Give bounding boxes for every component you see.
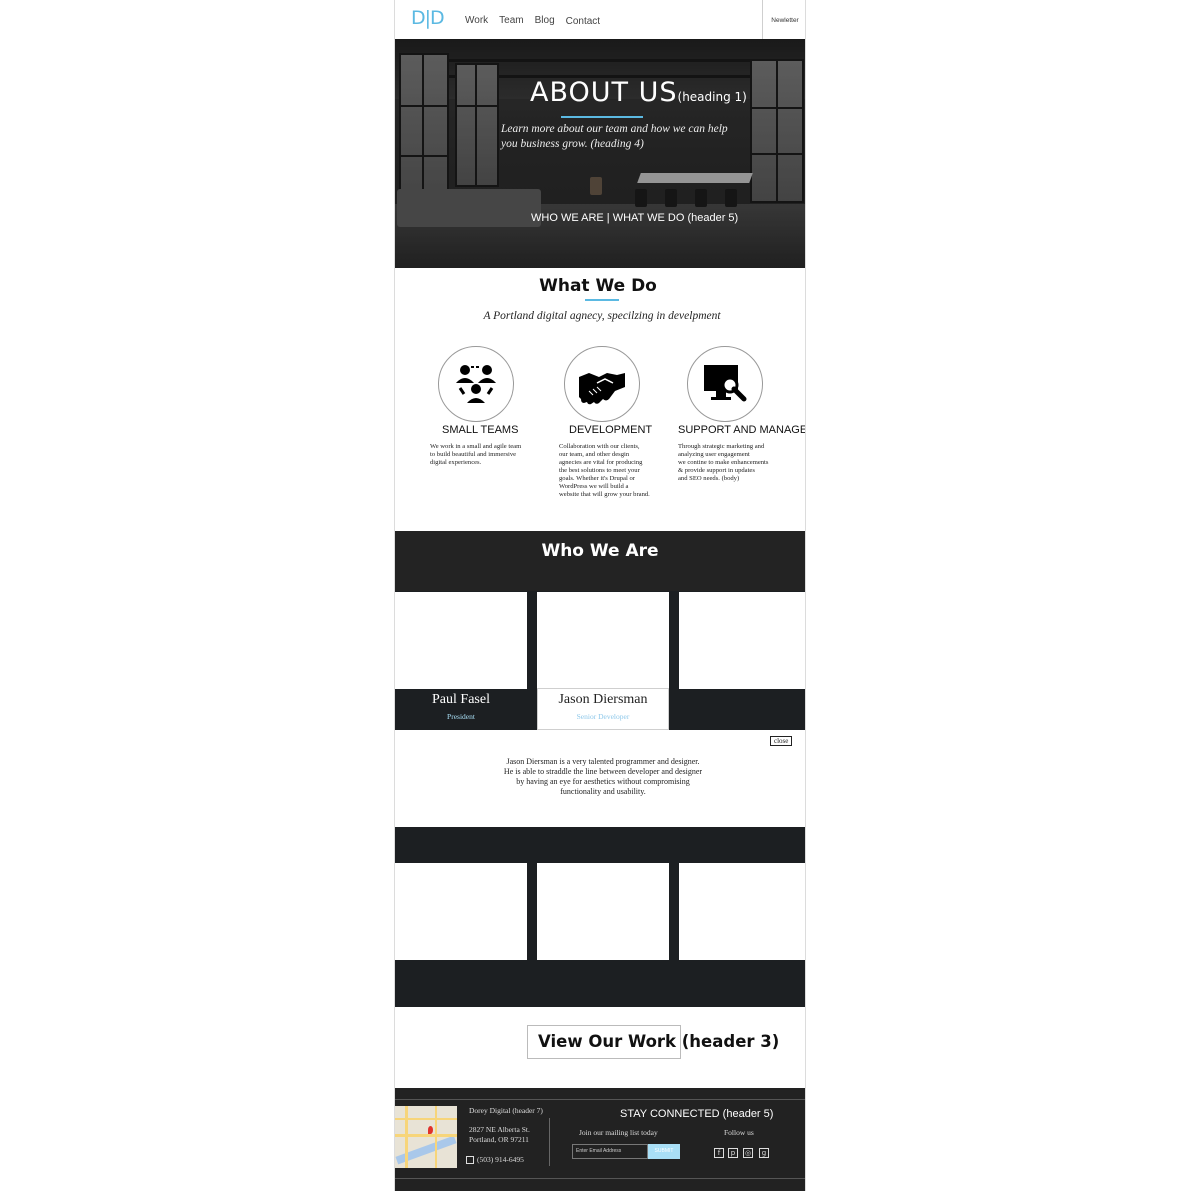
hero-anchor-links[interactable]: WHO WE ARE | WHAT WE DO (header 5) [531, 212, 738, 224]
team-card-jason[interactable]: Jason Diersman Senior Developer [537, 688, 669, 730]
what-we-do-title: What We Do [539, 276, 657, 296]
person-role: President [447, 712, 475, 721]
footer-vertical-divider [549, 1118, 550, 1166]
who-we-are-title: Who We Are [541, 541, 659, 561]
follow-us-label: Follow us [724, 1128, 754, 1137]
what-we-do-subtitle: A Portland digital agnecy, specilzing in… [483, 310, 721, 322]
map-pin-icon [428, 1126, 433, 1134]
service-title: SUPPORT AND MANAGE ( [678, 424, 806, 436]
nav-link-blog[interactable]: Blog [535, 15, 555, 27]
monitor-wrench-icon [704, 365, 747, 402]
person-name: Paul Fasel [432, 692, 490, 707]
footer-phone[interactable]: (503) 914-6495 [477, 1155, 524, 1165]
service-body: Through strategic marketing and analyzin… [678, 443, 769, 482]
page: D|D Work Team Blog Contact Newletter ABO… [394, 0, 806, 1191]
service-title: DEVELOPMENT [569, 424, 653, 436]
handshake-icon [579, 373, 625, 405]
nav-links: Work Team Blog Contact [465, 15, 600, 27]
team-photo[interactable] [537, 863, 669, 960]
person-role: Senior Developer [576, 712, 630, 721]
location-map[interactable] [395, 1106, 457, 1168]
team-photo[interactable] [679, 863, 805, 960]
hero-lead: Learn more about our team and how we can… [501, 123, 728, 150]
service-circle [687, 346, 763, 422]
person-name: Jason Diersman [558, 692, 648, 707]
newsletter-link[interactable]: Newletter [762, 0, 805, 39]
stay-connected-title: STAY CONNECTED (header 5) [620, 1108, 774, 1120]
service-circle [564, 346, 640, 422]
title-suffix: (heading 1) [677, 90, 747, 104]
submit-button[interactable]: SUBMIT [648, 1144, 680, 1159]
bio-close-button[interactable]: close [770, 736, 793, 746]
view-our-work-label: View Our Work (header 3) [538, 1032, 780, 1051]
hero-banner: ABOUT US(heading 1) Learn more about our… [395, 39, 805, 268]
nav-link-work[interactable]: Work [465, 15, 488, 27]
footer-divider [395, 1099, 805, 1100]
nav-link-contact[interactable]: Contact [566, 16, 600, 27]
footer-company: Dorey Digital (header 7) [469, 1106, 543, 1115]
nav-link-team[interactable]: Team [499, 15, 523, 27]
team-photo[interactable] [395, 592, 527, 689]
team-card-paul[interactable]: Paul Fasel President [395, 689, 527, 729]
service-body: Collaboration with our clients, our team… [559, 443, 650, 498]
page-title: ABOUT US(heading 1) [530, 77, 747, 108]
who-we-are-header [395, 531, 805, 591]
team-photo[interactable] [679, 592, 805, 689]
instagram-icon[interactable]: ◎ [743, 1148, 753, 1158]
service-title: SMALL TEAMS [442, 424, 519, 436]
footer-address: 2827 NE Alberta St. Portland, OR 97211 [469, 1125, 530, 1144]
pinterest-icon[interactable]: p [728, 1148, 738, 1158]
team-photo[interactable] [537, 592, 669, 689]
top-nav: D|D Work Team Blog Contact Newletter [395, 0, 805, 39]
view-our-work-button[interactable]: View Our Work (header 3) [527, 1025, 779, 1059]
footer-divider [395, 1178, 805, 1179]
bio-text: Jason Diersman is a very talented progra… [503, 757, 703, 796]
what-we-do-underline [585, 299, 619, 301]
facebook-icon[interactable]: f [714, 1148, 724, 1158]
phone-icon [466, 1156, 474, 1164]
team-photo[interactable] [395, 863, 527, 960]
service-circle [438, 346, 514, 422]
google-plus-icon[interactable]: g [759, 1148, 769, 1158]
team-icon [456, 365, 496, 403]
mailing-list-label: Join our mailing list today [579, 1128, 658, 1137]
service-body: We work in a small and agile team to bui… [430, 443, 522, 466]
hero-overlay [395, 39, 805, 268]
logo[interactable]: D|D [411, 7, 445, 29]
title-underline [561, 116, 643, 118]
email-input[interactable]: Enter Email Address [572, 1144, 648, 1159]
